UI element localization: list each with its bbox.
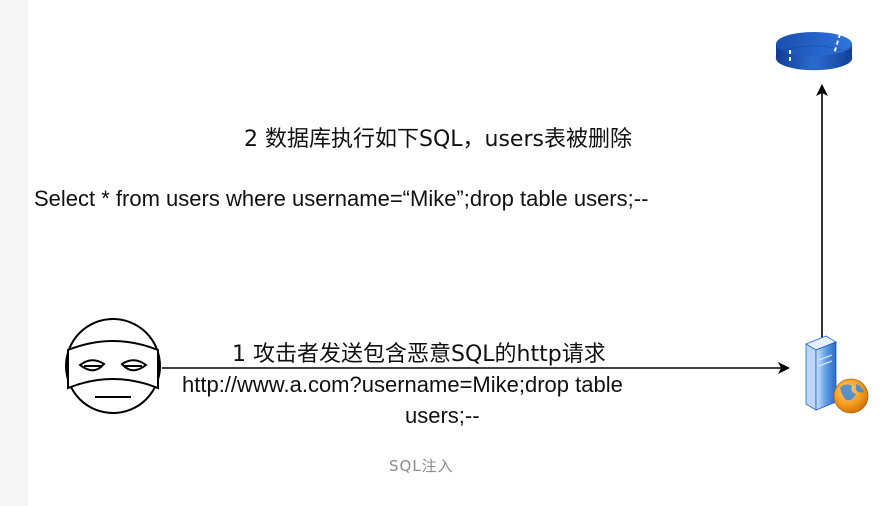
masked-attacker-icon bbox=[65, 318, 161, 414]
database-icon bbox=[775, 32, 853, 71]
diagram-canvas bbox=[65, 32, 869, 414]
malicious-url-line1: http://www.a.com?username=Mike;drop tabl… bbox=[182, 372, 623, 397]
request-step-label: 1 攻击者发送包含恶意SQL的http请求 bbox=[232, 342, 606, 367]
sql-statement-text: Select * from users where username=“Mike… bbox=[34, 186, 649, 211]
web-server-icon bbox=[805, 335, 869, 414]
figure-caption: SQL注入 bbox=[389, 457, 454, 475]
malicious-url-line2: users;-- bbox=[405, 403, 480, 428]
db-step-label: 2 数据库执行如下SQL，users表被删除 bbox=[244, 127, 632, 152]
